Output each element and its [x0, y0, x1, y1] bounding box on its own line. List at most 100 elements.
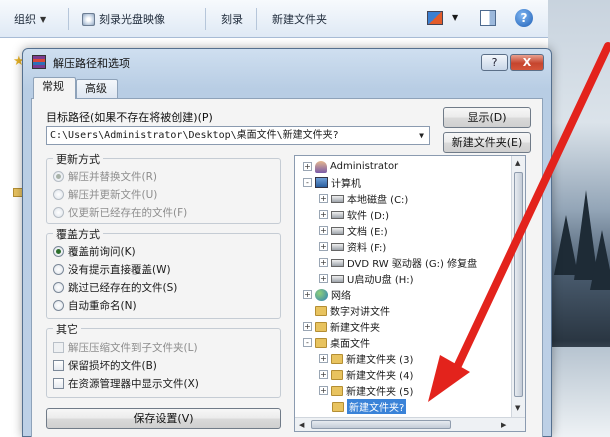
burn-image-button[interactable]: 刻录光盘映像 [82, 11, 165, 27]
expand-icon[interactable]: + [319, 210, 328, 219]
option-extract-to-subfolders[interactable]: 解压压缩文件到子文件夹(L) [53, 340, 198, 355]
expand-icon[interactable]: + [319, 258, 328, 267]
tree-node-drive-f[interactable]: + 资料 (F:) [319, 239, 386, 254]
scrollbar-thumb[interactable] [311, 420, 451, 429]
drive-icon [331, 242, 344, 251]
option-update-existing[interactable]: 仅更新已经存在的文件(F) [53, 205, 187, 220]
tree-node-desktop-files[interactable]: - 桌面文件 [303, 335, 370, 350]
tree-node-label: 资料 (F:) [347, 243, 387, 254]
expand-icon[interactable]: + [319, 242, 328, 251]
preview-pane-icon[interactable] [480, 10, 496, 26]
chevron-down-icon[interactable]: ▼ [452, 13, 458, 22]
tree-node-new-folder-selected[interactable]: 新建文件夹? [332, 399, 407, 414]
tree-node-label: U启动U盘 (H:) [347, 275, 414, 286]
folder-tree[interactable]: + Administrator - 计算机 + 本地磁盘 (C:) + 软件 (… [294, 155, 526, 432]
tree-node-computer[interactable]: - 计算机 [303, 175, 361, 190]
folder-icon [331, 385, 343, 396]
tree-node-label: 新建文件夹? [347, 399, 407, 414]
tree-node-label: 新建文件夹 (4) [346, 371, 414, 382]
scroll-right-icon[interactable]: ▶ [501, 421, 506, 429]
tree-node-network[interactable]: + 网络 [303, 287, 351, 302]
show-button[interactable]: 显示(D) [443, 107, 531, 128]
option-keep-broken-files[interactable]: 保留损坏的文件(B) [53, 358, 157, 373]
expand-icon[interactable]: + [319, 370, 328, 379]
option-label: 保留损坏的文件(B) [68, 360, 157, 372]
option-auto-rename[interactable]: 自动重命名(N) [53, 298, 137, 313]
tree-node-drive-g[interactable]: + DVD RW 驱动器 (G:) 修复盘 [319, 255, 477, 270]
scrollbar-thumb[interactable] [514, 172, 523, 397]
radio-button[interactable] [53, 207, 64, 218]
tab-advanced[interactable]: 高级 [76, 79, 118, 98]
folder-icon [332, 401, 344, 412]
radio-button[interactable] [53, 282, 64, 293]
tree-node-drive-e[interactable]: + 文档 (E:) [319, 223, 388, 238]
organize-menu[interactable]: 组织 ▼ [14, 11, 46, 27]
tree-node-new-folder-4[interactable]: + 新建文件夹 (4) [319, 367, 413, 382]
option-ask-before-overwrite[interactable]: 覆盖前询问(K) [53, 244, 136, 259]
scroll-down-icon[interactable]: ▼ [515, 404, 520, 412]
expand-icon[interactable]: + [319, 274, 328, 283]
tree-node-label: 计算机 [331, 179, 361, 190]
drive-icon [331, 194, 344, 203]
drive-icon [331, 210, 344, 219]
target-path-input[interactable]: C:\Users\Administrator\Desktop\桌面文件\新建文件… [46, 126, 430, 145]
tree-node-digital-intercom[interactable]: 数字对讲文件 [315, 303, 390, 318]
dialog-titlebar[interactable]: 解压路径和选项 ? X [23, 49, 551, 75]
collapse-icon[interactable]: - [303, 338, 312, 347]
tree-horizontal-scrollbar[interactable]: ◀ ▶ [295, 417, 525, 431]
option-overwrite-without-prompt[interactable]: 没有提示直接覆盖(W) [53, 262, 171, 277]
tree-vertical-scrollbar[interactable]: ▲ ▼ [511, 156, 525, 417]
checkbox[interactable] [53, 378, 64, 389]
burn-label: 刻录 [221, 13, 243, 26]
dialog-help-button[interactable]: ? [481, 54, 508, 71]
collapse-icon[interactable]: - [303, 178, 312, 187]
option-label: 仅更新已经存在的文件(F) [68, 207, 188, 219]
radio-button[interactable] [53, 246, 64, 257]
tree-node-administrator[interactable]: + Administrator [303, 159, 398, 174]
tree-node-new-folder-3[interactable]: + 新建文件夹 (3) [319, 351, 413, 366]
tree-node-drive-d[interactable]: + 软件 (D:) [319, 207, 389, 222]
burn-button[interactable]: 刻录 [221, 11, 243, 27]
view-options-icon[interactable] [427, 11, 443, 25]
new-folder-toolbar-button[interactable]: 新建文件夹 [272, 11, 327, 27]
checkbox[interactable] [53, 342, 64, 353]
checkbox[interactable] [53, 360, 64, 371]
expand-icon[interactable]: + [303, 290, 312, 299]
tree-node-new-folder-5[interactable]: + 新建文件夹 (5) [319, 383, 413, 398]
expand-icon[interactable]: + [303, 162, 312, 171]
radio-button[interactable] [53, 264, 64, 275]
expand-icon[interactable]: + [319, 194, 328, 203]
expand-icon[interactable]: + [319, 386, 328, 395]
help-icon[interactable]: ? [515, 9, 533, 27]
target-path-label: 目标路径(如果不存在将被创建)(P) [46, 111, 213, 124]
option-label: 解压压缩文件到子文件夹(L) [68, 342, 198, 354]
tree-node-drive-h[interactable]: + U启动U盘 (H:) [319, 271, 414, 286]
save-settings-button[interactable]: 保存设置(V) [46, 408, 281, 429]
option-skip-existing[interactable]: 跳过已经存在的文件(S) [53, 280, 177, 295]
tree-node-label: 文档 (E:) [347, 227, 388, 238]
expand-icon[interactable]: + [303, 322, 312, 331]
tree-node-label: 网络 [331, 291, 351, 302]
scroll-up-icon[interactable]: ▲ [515, 159, 520, 167]
new-folder-button[interactable]: 新建文件夹(E) [443, 132, 531, 153]
misc-group: 其它 解压压缩文件到子文件夹(L) 保留损坏的文件(B) 在资源管理器中显示文件… [46, 321, 281, 398]
radio-button[interactable] [53, 300, 64, 311]
usb-drive-icon [331, 274, 344, 283]
dvd-drive-icon [331, 258, 344, 267]
tree-node-label: Administrator [330, 161, 399, 172]
update-mode-title: 更新方式 [53, 151, 103, 167]
dialog-close-button[interactable]: X [510, 54, 544, 71]
expand-icon[interactable]: + [319, 354, 328, 363]
folder-icon [315, 321, 327, 332]
option-show-in-explorer[interactable]: 在资源管理器中显示文件(X) [53, 376, 199, 391]
scroll-left-icon[interactable]: ◀ [299, 421, 304, 429]
chevron-down-icon[interactable]: ▼ [414, 127, 429, 144]
radio-button[interactable] [53, 189, 64, 200]
tree-node-new-folder[interactable]: + 新建文件夹 [303, 319, 380, 334]
option-extract-update[interactable]: 解压并更新文件(U) [53, 187, 157, 202]
option-extract-replace[interactable]: 解压并替换文件(R) [53, 169, 157, 184]
expand-icon[interactable]: + [319, 226, 328, 235]
tab-general[interactable]: 常规 [33, 77, 76, 99]
tree-node-drive-c[interactable]: + 本地磁盘 (C:) [319, 191, 408, 206]
radio-button[interactable] [53, 171, 64, 182]
